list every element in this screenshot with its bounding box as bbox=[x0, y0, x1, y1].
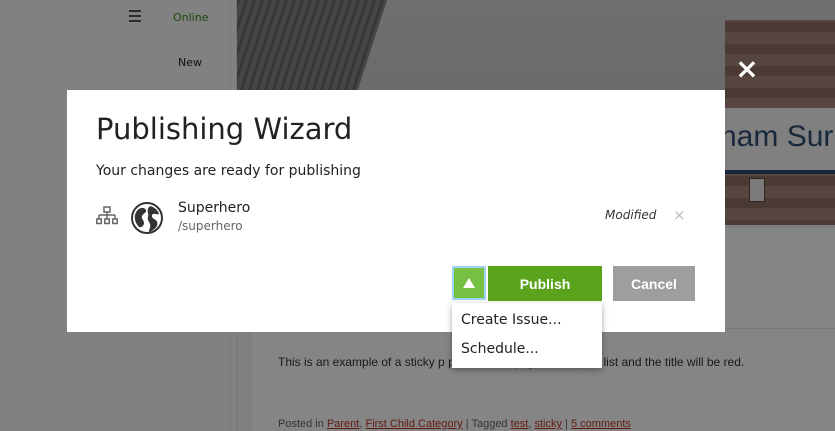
item-path: /superhero bbox=[178, 219, 243, 233]
close-icon[interactable]: × bbox=[734, 55, 760, 83]
remove-item-icon[interactable]: × bbox=[673, 206, 686, 224]
publish-button[interactable]: Publish bbox=[488, 266, 602, 301]
dialog-title: Publishing Wizard bbox=[96, 112, 353, 146]
item-status: Modified bbox=[605, 208, 657, 222]
menu-item-create-issue[interactable]: Create Issue... bbox=[461, 312, 562, 328]
globe-icon bbox=[131, 202, 163, 234]
cancel-button[interactable]: Cancel bbox=[613, 266, 695, 301]
sitemap-icon[interactable] bbox=[96, 206, 118, 226]
publishing-wizard-dialog: Publishing Wizard Your changes are ready… bbox=[67, 90, 725, 332]
dialog-subtitle: Your changes are ready for publishing bbox=[96, 163, 361, 179]
publish-options-menu: Create Issue... Schedule... bbox=[452, 303, 602, 368]
item-name: Superhero bbox=[178, 200, 251, 216]
publish-options-toggle[interactable] bbox=[452, 266, 486, 300]
caret-up-icon bbox=[463, 278, 475, 288]
menu-item-schedule[interactable]: Schedule... bbox=[461, 341, 539, 357]
